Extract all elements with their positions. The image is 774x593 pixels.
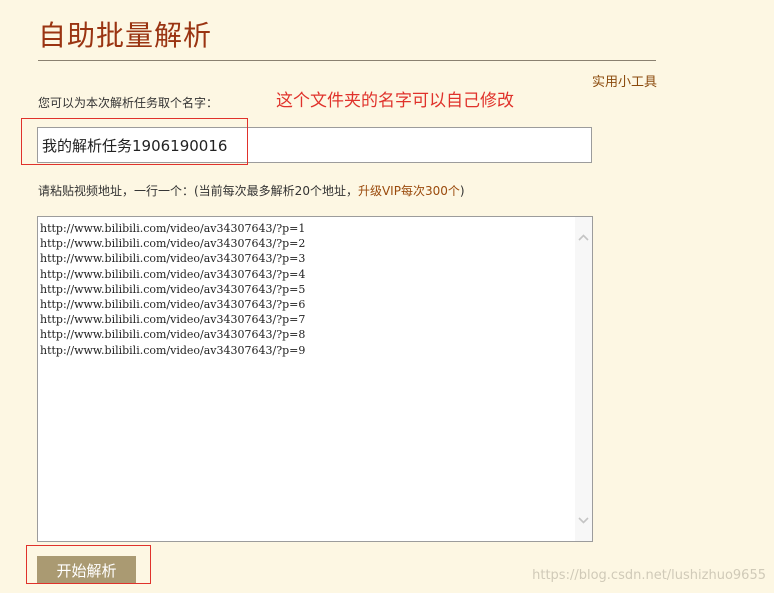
url-textarea[interactable] [38,217,576,541]
task-name-label: 您可以为本次解析任务取个名字： [38,96,219,110]
vip-upgrade-link[interactable]: 升级VIP每次300个 [358,184,460,198]
start-parse-button[interactable]: 开始解析 [37,556,136,584]
task-name-input[interactable] [37,127,592,163]
tools-link[interactable]: 实用小工具 [592,71,657,90]
scroll-down-icon[interactable] [575,512,592,529]
watermark: https://blog.csdn.net/lushizhuo9655 [532,568,766,583]
url-label-suffix: ) [459,184,465,198]
annotation-note: 这个文件夹的名字可以自己修改 [276,91,514,111]
title-divider [38,60,656,61]
url-textarea-container [37,216,593,542]
url-input-label: 请粘贴视频地址，一行一个：(当前每次最多解析20个地址，升级VIP每次300个) [38,182,465,199]
textarea-scrollbar[interactable] [575,217,592,541]
scroll-up-icon[interactable] [575,229,592,246]
page-title: 自助批量解析 [38,19,213,52]
url-label-prefix: 请粘贴视频地址，一行一个：(当前每次最多解析20个地址， [38,184,358,198]
